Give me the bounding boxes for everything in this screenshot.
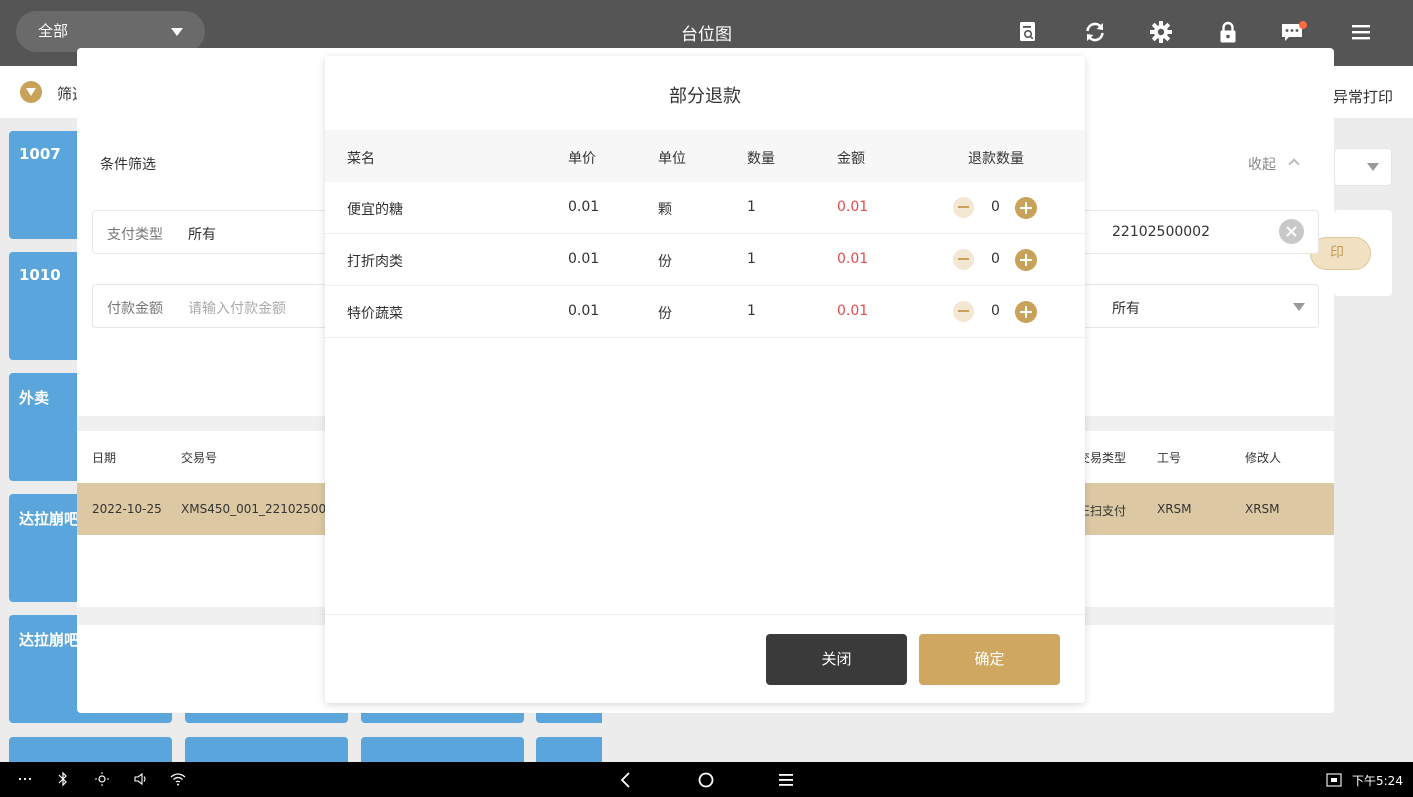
col-header-staff: 工号 [1157, 451, 1182, 465]
lock-icon[interactable] [1216, 20, 1240, 44]
refund-qty-value: 0 [991, 251, 1000, 267]
filter-icon[interactable] [20, 81, 42, 103]
col-header-modifier: 修改人 [1245, 451, 1282, 465]
dish-unit: 份 [658, 254, 672, 270]
minus-icon[interactable] [953, 301, 974, 322]
cell-modifier: XRSM [1245, 502, 1280, 516]
refund-qty-value: 0 [991, 199, 1000, 215]
table-tile[interactable] [361, 737, 524, 765]
partial-refund-dialog: 部分退款 菜名 单价 单位 数量 金额 退款数量 便宜的糖 0.01 颗 1 0… [325, 56, 1085, 703]
minus-icon[interactable] [953, 249, 974, 270]
home-icon[interactable] [697, 771, 715, 789]
dish-price: 0.01 [568, 251, 600, 267]
table-tile-label: 达拉崩吧 [19, 510, 80, 528]
volume-icon[interactable] [133, 771, 149, 787]
amount-placeholder: 请输入付款金额 [188, 301, 286, 317]
col-header-qty: 数量 [747, 151, 775, 167]
back-icon[interactable] [618, 771, 634, 789]
right-select[interactable] [1334, 148, 1392, 186]
dish-name: 打折肉类 [347, 254, 403, 270]
chevron-down-icon [1293, 303, 1305, 311]
report-search-icon[interactable] [1016, 20, 1040, 44]
notification-badge [1299, 21, 1307, 29]
type-select-value: 所有 [1112, 301, 1140, 317]
chevron-down-icon [1367, 163, 1379, 171]
abnormal-print-link[interactable]: 异常打印 [1333, 86, 1393, 107]
system-nav-bar: 下午5:24 [0, 762, 1413, 797]
pay-type-field[interactable]: 支付类型 所有 [92, 210, 352, 254]
col-header-refund-qty: 退款数量 [968, 151, 1024, 167]
table-tile-label: 1007 [19, 145, 61, 163]
clear-icon[interactable] [1279, 219, 1304, 244]
status-time: 下午5:24 [1352, 774, 1403, 788]
screen-icon [1326, 773, 1342, 787]
table-tile[interactable] [536, 737, 602, 765]
col-header-unit: 单位 [658, 151, 686, 167]
cell-txn: XMS450_001_22102500002 [181, 502, 349, 516]
brightness-icon[interactable] [94, 771, 110, 787]
col-header-txn: 交易号 [181, 451, 218, 465]
refund-row: 便宜的糖 0.01 颗 1 0.01 0 [325, 182, 1085, 234]
dish-price: 0.01 [568, 199, 600, 215]
refund-qty-value: 0 [991, 303, 1000, 319]
table-tile-label: 1010 [19, 266, 61, 284]
dialog-title: 部分退款 [669, 86, 741, 107]
table-tile[interactable] [9, 737, 172, 765]
col-header-type: 交易类型 [1078, 451, 1127, 465]
filter-section-title: 条件筛选 [100, 157, 156, 173]
pay-type-label: 支付类型 [107, 227, 163, 243]
dish-qty: 1 [747, 199, 756, 215]
col-header-price: 单价 [568, 151, 596, 167]
cell-staff: XRSM [1157, 502, 1192, 516]
dish-name: 便宜的糖 [347, 202, 403, 218]
plus-icon[interactable] [1015, 301, 1037, 323]
more-icon[interactable] [18, 774, 32, 784]
refresh-icon[interactable] [1083, 20, 1107, 44]
confirm-button[interactable]: 确定 [919, 634, 1060, 685]
gear-icon[interactable] [1149, 20, 1173, 44]
col-header-amount: 金额 [837, 151, 865, 167]
pay-type-value: 所有 [188, 227, 216, 243]
type-select[interactable]: 所有 [1060, 284, 1319, 328]
dish-amount: 0.01 [837, 303, 869, 319]
recent-apps-icon[interactable] [777, 771, 795, 789]
bluetooth-icon[interactable] [57, 771, 69, 787]
minus-icon[interactable] [953, 197, 974, 218]
cell-type: 正扫支付 [1078, 504, 1127, 518]
col-header-date: 日期 [92, 451, 117, 465]
plus-icon[interactable] [1015, 197, 1037, 219]
amount-field[interactable]: 付款金额 请输入付款金额 [92, 284, 352, 328]
close-button[interactable]: 关闭 [766, 634, 907, 685]
table-tile-label: 达拉崩吧 [19, 631, 80, 649]
dish-qty: 1 [747, 303, 756, 319]
wifi-icon[interactable] [170, 771, 186, 787]
refund-row: 特价蔬菜 0.01 份 1 0.01 0 [325, 286, 1085, 338]
dish-unit: 份 [658, 306, 672, 322]
print-button[interactable]: 印 [1310, 237, 1371, 270]
plus-icon[interactable] [1015, 249, 1037, 271]
page-title: 台位图 [681, 25, 732, 45]
dish-qty: 1 [747, 251, 756, 267]
refund-row: 打折肉类 0.01 份 1 0.01 0 [325, 234, 1085, 286]
amount-label: 付款金额 [107, 301, 163, 317]
divider [325, 614, 1085, 615]
dish-amount: 0.01 [837, 251, 869, 267]
table-tile[interactable] [185, 737, 348, 765]
menu-icon[interactable] [1349, 20, 1373, 44]
col-header-name: 菜名 [347, 151, 375, 167]
dish-price: 0.01 [568, 303, 600, 319]
collapse-toggle[interactable]: 收起 [1248, 154, 1276, 174]
dish-amount: 0.01 [837, 199, 869, 215]
dish-name: 特价蔬菜 [347, 306, 403, 322]
cell-date: 2022-10-25 [92, 502, 162, 516]
search-value: 22102500002 [1112, 224, 1210, 240]
table-tile-label: 外卖 [19, 389, 50, 407]
dish-unit: 颗 [658, 202, 672, 218]
